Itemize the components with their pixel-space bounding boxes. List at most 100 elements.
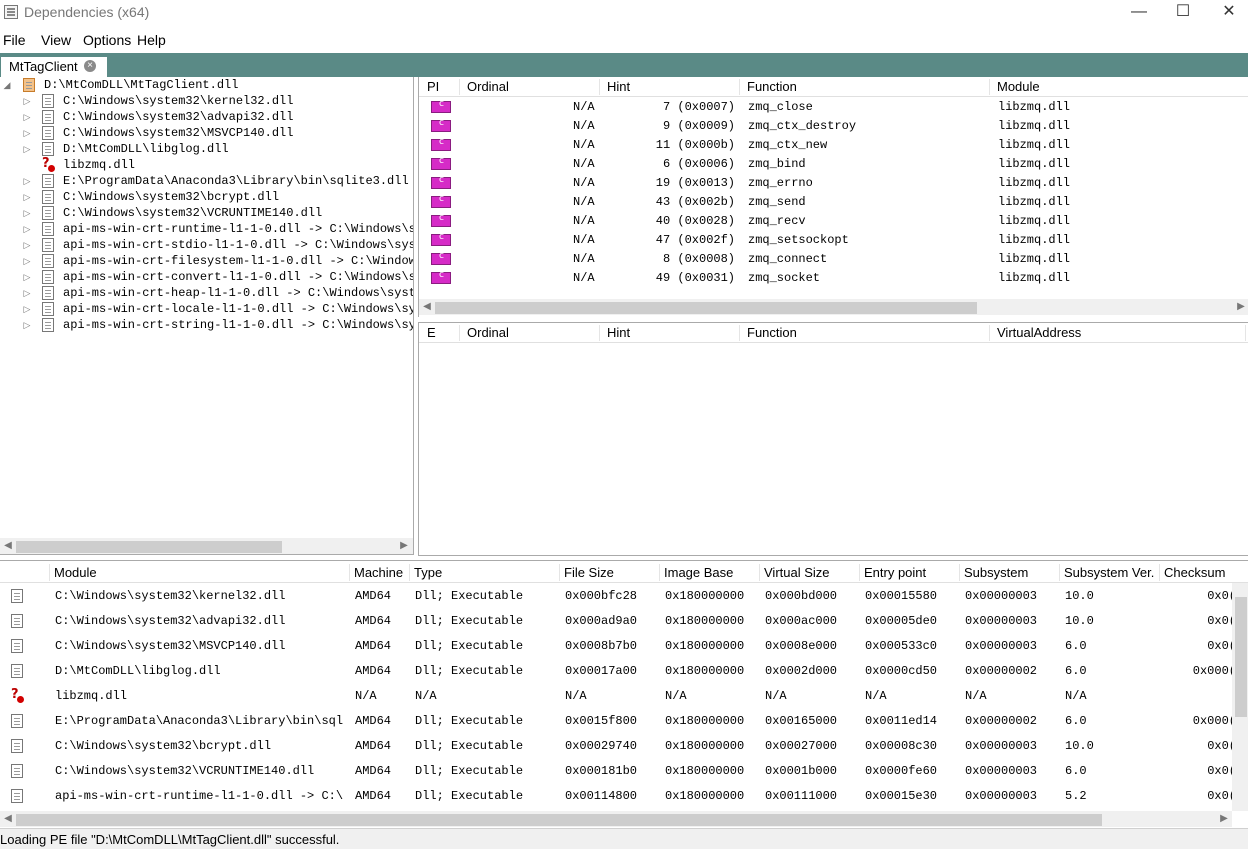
- import-row[interactable]: N/A 49 (0x0031) zmq_socket libzmq.dll: [419, 268, 1248, 287]
- scroll-thumb[interactable]: [435, 302, 977, 314]
- tree-horizontal-scrollbar[interactable]: ◀ ▶: [0, 538, 413, 554]
- expand-arrow-icon[interactable]: ▷: [22, 253, 32, 269]
- header-pi[interactable]: PI: [427, 79, 439, 94]
- close-window-button[interactable]: ✕: [1206, 0, 1248, 26]
- expand-arrow-icon[interactable]: ▷: [22, 301, 32, 317]
- tab-mttagclient[interactable]: MtTagClient ×: [1, 57, 107, 77]
- expand-arrow-icon[interactable]: ▷: [22, 221, 32, 237]
- header-checksum[interactable]: Checksum: [1164, 565, 1225, 580]
- import-row[interactable]: N/A 6 (0x0006) zmq_bind libzmq.dll: [419, 154, 1248, 173]
- expand-arrow-icon[interactable]: ▷: [22, 93, 32, 109]
- scroll-right-icon[interactable]: ▶: [1216, 811, 1232, 827]
- modules-vertical-scrollbar[interactable]: [1232, 583, 1248, 811]
- tree-item[interactable]: ▷ E:\ProgramData\Anaconda3\Library\bin\sq…: [0, 173, 413, 189]
- expand-arrow-icon[interactable]: ▷: [22, 269, 32, 285]
- header-machine[interactable]: Machine: [354, 565, 403, 580]
- module-row[interactable]: D:\MtComDLL\libglog.dll AMD64 Dll; Executa…: [0, 658, 1248, 683]
- import-row[interactable]: N/A 9 (0x0009) zmq_ctx_destroy libzmq.dll: [419, 116, 1248, 135]
- scroll-left-icon[interactable]: ◀: [0, 538, 16, 554]
- document-tab-strip: MtTagClient ×: [0, 53, 1248, 77]
- tab-close-icon[interactable]: ×: [84, 60, 96, 72]
- tree-item[interactable]: ▷ C:\Windows\system32\advapi32.dll: [0, 109, 413, 125]
- header-type[interactable]: Type: [414, 565, 442, 580]
- tree-item-label: api-ms-win-crt-filesystem-l1-1-0.dll -> …: [63, 254, 414, 268]
- tree-item[interactable]: ▷ C:\Windows\system32\kernel32.dll: [0, 93, 413, 109]
- header-hint[interactable]: Hint: [607, 79, 630, 94]
- tree-item[interactable]: libzmq.dll: [0, 156, 413, 173]
- scroll-left-icon[interactable]: ◀: [0, 811, 16, 827]
- module-row[interactable]: C:\Windows\system32\MSVCP140.dll AMD64 Dll…: [0, 633, 1248, 658]
- tree-item[interactable]: ▷ C:\Windows\system32\VCRUNTIME140.dll: [0, 205, 413, 221]
- expand-arrow-icon[interactable]: ▷: [22, 141, 32, 157]
- header-module[interactable]: Module: [54, 565, 97, 580]
- scroll-right-icon[interactable]: ▶: [396, 538, 412, 554]
- module-row[interactable]: C:\Windows\system32\kernel32.dll AMD64 Dll…: [0, 583, 1248, 608]
- menu-view[interactable]: View: [41, 32, 71, 48]
- expand-arrow-icon[interactable]: ▷: [22, 189, 32, 205]
- expand-arrow-icon[interactable]: ▷: [22, 237, 32, 253]
- maximize-button[interactable]: ☐: [1160, 0, 1206, 26]
- tree-item[interactable]: ▷ api-ms-win-crt-filesystem-l1-1-0.dll ->…: [0, 253, 414, 269]
- tree-item[interactable]: ▷ api-ms-win-crt-stdio-l1-1-0.dll -> C:\W…: [0, 237, 413, 253]
- import-row[interactable]: N/A 8 (0x0008) zmq_connect libzmq.dll: [419, 249, 1248, 268]
- collapse-arrow-icon[interactable]: ◢: [2, 77, 12, 93]
- header-ordinal[interactable]: Ordinal: [467, 325, 509, 340]
- module-row[interactable]: C:\Windows\system32\bcrypt.dll AMD64 Dll; …: [0, 733, 1248, 758]
- scroll-left-icon[interactable]: ◀: [419, 299, 435, 315]
- header-function[interactable]: Function: [747, 325, 797, 340]
- import-row[interactable]: N/A 11 (0x000b) zmq_ctx_new libzmq.dll: [419, 135, 1248, 154]
- minimize-button[interactable]: —: [1116, 0, 1162, 26]
- expand-arrow-icon[interactable]: ▷: [22, 109, 32, 125]
- expand-arrow-icon[interactable]: ▷: [22, 317, 32, 333]
- module-virtual-size: N/A: [765, 689, 787, 703]
- tree-item[interactable]: ▷ D:\MtComDLL\libglog.dll: [0, 141, 413, 157]
- tree-item[interactable]: ▷ api-ms-win-crt-locale-l1-1-0.dll -> C:\…: [0, 301, 413, 317]
- header-ordinal[interactable]: Ordinal: [467, 79, 509, 94]
- module-row[interactable]: E:\ProgramData\Anaconda3\Library\bin\sql…: [0, 708, 1248, 733]
- header-entry-point[interactable]: Entry point: [864, 565, 926, 580]
- module-virtual-size: 0x00111000: [765, 789, 838, 803]
- tree-item[interactable]: ▷ C:\Windows\system32\MSVCP140.dll: [0, 125, 413, 141]
- import-row[interactable]: N/A 47 (0x002f) zmq_setsockopt libzmq.dll: [419, 230, 1248, 249]
- import-module: libzmq.dll: [998, 233, 1071, 247]
- module-row[interactable]: libzmq.dll N/A N/A N/A N/A N/A N/A N/A N/A: [0, 683, 1248, 708]
- tree-item[interactable]: ▷ api-ms-win-crt-convert-l1-1-0.dll -> C:…: [0, 269, 413, 285]
- header-subsystem[interactable]: Subsystem: [964, 565, 1028, 580]
- import-row[interactable]: N/A 19 (0x0013) zmq_errno libzmq.dll: [419, 173, 1248, 192]
- import-row[interactable]: N/A 40 (0x0028) zmq_recv libzmq.dll: [419, 211, 1248, 230]
- modules-horizontal-scrollbar[interactable]: ◀ ▶: [0, 811, 1232, 827]
- tree-item[interactable]: ▷ api-ms-win-crt-string-l1-1-0.dll -> C:\…: [0, 317, 413, 333]
- menu-options[interactable]: Options: [83, 32, 131, 48]
- expand-arrow-icon[interactable]: ▷: [22, 285, 32, 301]
- module-file-icon: [11, 589, 23, 603]
- header-virtual-address[interactable]: VirtualAddress: [997, 325, 1081, 340]
- module-path: libzmq.dll: [55, 689, 128, 703]
- menu-file[interactable]: File: [3, 32, 26, 48]
- header-function[interactable]: Function: [747, 79, 797, 94]
- scroll-thumb[interactable]: [16, 541, 282, 553]
- module-row[interactable]: api-ms-win-crt-runtime-l1-1-0.dll -> C:\…: [0, 783, 1248, 808]
- imports-horizontal-scrollbar[interactable]: ◀ ▶: [419, 299, 1248, 315]
- expand-arrow-icon[interactable]: ▷: [22, 173, 32, 189]
- header-hint[interactable]: Hint: [607, 325, 630, 340]
- tree-item[interactable]: ▷ api-ms-win-crt-runtime-l1-1-0.dll -> C:…: [0, 221, 413, 237]
- module-row[interactable]: C:\Windows\system32\advapi32.dll AMD64 Dll…: [0, 608, 1248, 633]
- menu-help[interactable]: Help: [137, 32, 166, 48]
- header-image-base[interactable]: Image Base: [664, 565, 733, 580]
- module-row[interactable]: C:\Windows\system32\VCRUNTIME140.dll AMD6…: [0, 758, 1248, 783]
- import-row[interactable]: N/A 7 (0x0007) zmq_close libzmq.dll: [419, 97, 1248, 116]
- header-file-size[interactable]: File Size: [564, 565, 614, 580]
- header-virtual-size[interactable]: Virtual Size: [764, 565, 830, 580]
- scroll-thumb[interactable]: [1235, 597, 1247, 717]
- tree-item[interactable]: ▷ api-ms-win-crt-heap-l1-1-0.dll -> C:\Wi…: [0, 285, 413, 301]
- scroll-right-icon[interactable]: ▶: [1233, 299, 1248, 315]
- header-e[interactable]: E: [427, 325, 436, 340]
- scroll-thumb[interactable]: [16, 814, 1102, 826]
- expand-arrow-icon[interactable]: ▷: [22, 205, 32, 221]
- tree-root-item[interactable]: ◢ D:\MtComDLL\MtTagClient.dll: [0, 77, 413, 93]
- tree-item[interactable]: ▷ C:\Windows\system32\bcrypt.dll: [0, 189, 413, 205]
- header-subsystem-ver[interactable]: Subsystem Ver.: [1064, 565, 1154, 580]
- import-row[interactable]: N/A 43 (0x002b) zmq_send libzmq.dll: [419, 192, 1248, 211]
- expand-arrow-icon[interactable]: ▷: [22, 125, 32, 141]
- header-module[interactable]: Module: [997, 79, 1040, 94]
